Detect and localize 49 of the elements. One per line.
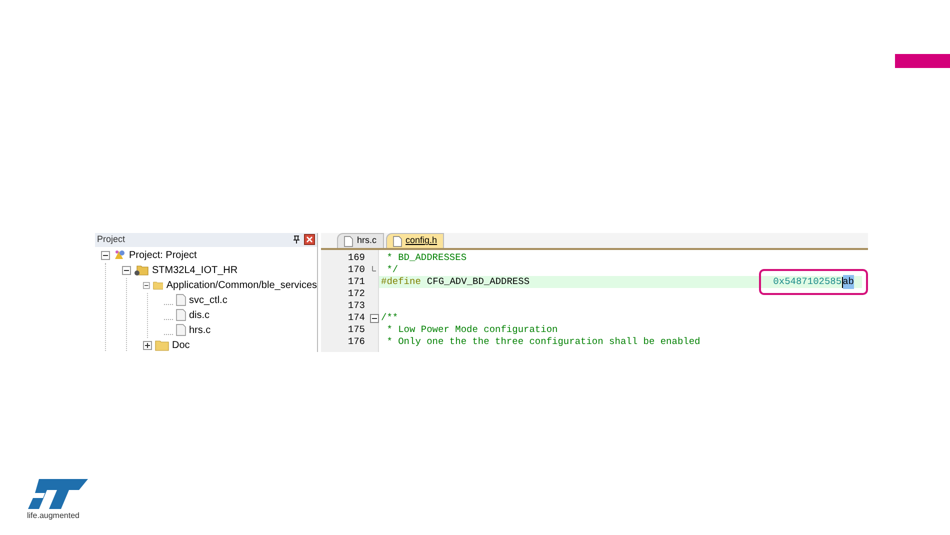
folder-icon	[152, 280, 164, 290]
code-number: 0x5487102585	[773, 274, 842, 289]
pin-icon[interactable]	[293, 235, 300, 244]
collapse-toggle-icon[interactable]	[122, 266, 131, 274]
folder-icon	[155, 340, 169, 350]
tree-item-label[interactable]: dis.c	[189, 308, 210, 322]
code-comment: * Only one the the three configuration shall be enabled	[386, 334, 700, 349]
code-comment: /**	[381, 310, 398, 325]
code-comment: */	[386, 262, 398, 277]
line-number: 170	[346, 262, 366, 277]
file-icon	[176, 309, 186, 321]
accent-bar	[895, 54, 950, 68]
tree-item-label[interactable]: Application/Common/ble_services	[166, 278, 317, 292]
code-comment: * BD_ADDRESSES	[386, 250, 467, 265]
logo-icon	[27, 478, 89, 510]
text-cursor	[842, 276, 843, 288]
tree-item-label[interactable]: hrs.c	[189, 322, 211, 338]
code-keyword: #define	[381, 274, 421, 289]
collapse-toggle-icon[interactable]	[101, 250, 110, 260]
logo-tagline: life.augmented	[27, 512, 80, 520]
line-number: 172	[346, 286, 366, 301]
code-identifier: CFG_ADV_BD_ADDRESS	[426, 274, 530, 289]
file-icon	[176, 294, 186, 306]
collapse-toggle-icon[interactable]	[143, 280, 150, 290]
fold-toggle-icon[interactable]	[370, 314, 378, 322]
line-number: 176	[346, 334, 366, 349]
file-icon	[392, 236, 402, 246]
code-comment: * Low Power Mode configuration	[386, 322, 558, 337]
close-icon[interactable]	[304, 234, 315, 246]
line-number: 171	[346, 274, 366, 289]
editor-tab[interactable]: config.h	[386, 233, 444, 248]
line-number: 175	[346, 322, 366, 337]
tree-item-label[interactable]: svc_ctl.c	[189, 292, 228, 308]
file-icon	[344, 236, 353, 246]
project-icon	[113, 249, 126, 261]
tab-label: config.h	[406, 234, 438, 248]
file-icon	[176, 324, 186, 336]
line-number: 173	[346, 298, 366, 313]
fold-end-icon	[372, 266, 376, 274]
line-number: 174	[346, 310, 366, 325]
editor-tab[interactable]: hrs.c	[337, 233, 384, 248]
line-number: 169	[346, 250, 366, 265]
tree-item-label[interactable]: Doc	[172, 338, 190, 352]
panel-title: Project	[97, 233, 126, 246]
expand-toggle-icon[interactable]	[143, 340, 152, 350]
selected-code-text: ab	[842, 274, 854, 290]
tree-item-label[interactable]: STM32L4_IOT_HR	[152, 262, 238, 278]
tree-item-label[interactable]: Project: Project	[129, 248, 197, 262]
tab-label: hrs.c	[357, 234, 377, 248]
